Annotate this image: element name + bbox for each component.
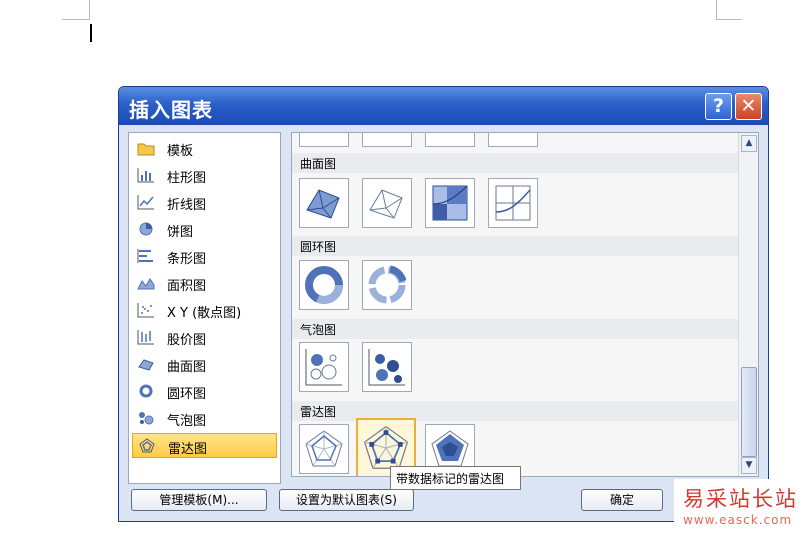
chart-subtype-gallery: 曲面图 圆环图 气泡图 雷达图 ▲ ▼ [291,132,759,477]
category-item-line[interactable]: 折线图 [132,190,277,215]
surface-chart-icon [138,359,154,371]
ok-button[interactable]: 确定 [581,489,663,511]
chart-subtype-3d-surface[interactable] [299,178,349,228]
bar-chart-icon [137,249,153,263]
watermark-url: www.easck.com [683,513,793,527]
category-item-pie[interactable]: 饼图 [132,217,277,242]
chart-subtype-contour[interactable] [425,178,475,228]
doughnut-icon [305,266,343,304]
help-button[interactable]: ? [705,93,732,120]
stock-chart-icon [137,330,154,345]
contour-icon [432,185,468,221]
scroll-up-button[interactable]: ▲ [741,135,757,152]
bubble-icon [305,349,342,386]
line-chart-icon [137,195,154,210]
radar-chart-icon [139,438,155,453]
doughnut-chart-icon [139,384,153,398]
category-item-area[interactable]: 面积图 [132,271,277,296]
chart-subtype-doughnut[interactable] [299,260,349,310]
chart-subtype-bubble[interactable] [299,342,349,392]
chart-category-list: 模板 柱形图 折线图 饼图 条形图 面积图 X Y (散点图) 股价图 曲面图 … [128,132,281,484]
exploded-doughnut-icon [368,265,407,304]
chart-subtype-wireframe-contour[interactable] [488,178,538,228]
crop-mark-left-h [62,19,90,20]
surface-3d-icon [306,189,340,219]
category-item-radar[interactable]: 雷达图 [132,433,277,458]
crop-mark-right-v [716,0,717,20]
scroll-thumb[interactable] [741,367,757,457]
filled-radar-icon [431,430,469,467]
close-button[interactable]: ✕ [735,93,762,120]
dialog-title: 插入图表 [129,98,213,122]
chart-subtype-stock-3[interactable] [425,133,475,147]
chart-subtype-stock-4[interactable] [488,133,538,147]
section-header-bubble: 气泡图 [292,319,738,339]
pie-chart-icon [139,222,153,236]
category-item-bar[interactable]: 条形图 [132,244,277,269]
section-header-doughnut: 圆环图 [292,236,738,256]
column-chart-icon [137,168,154,183]
section-header-surface: 曲面图 [292,153,738,173]
chart-subtype-stock-1[interactable] [299,133,349,147]
chart-subtype-radar[interactable] [299,424,349,474]
category-item-surface[interactable]: 曲面图 [132,352,277,377]
scatter-chart-icon [137,303,154,318]
scroll-down-button[interactable]: ▼ [741,457,757,474]
category-item-doughnut[interactable]: 圆环图 [132,379,277,404]
category-item-stock[interactable]: 股价图 [132,325,277,350]
area-chart-icon [137,278,155,290]
subtype-tooltip: 带数据标记的雷达图 [390,466,521,490]
watermark-name: 易采站长站 [683,487,798,511]
chart-subtype-wireframe-surface[interactable] [362,178,412,228]
chart-subtype-exploded-doughnut[interactable] [362,260,412,310]
bubble-3d-icon [368,349,405,386]
manage-templates-button[interactable]: 管理模板(M)... [131,489,267,511]
set-as-default-chart-button[interactable]: 设置为默认图表(S) [279,489,414,511]
category-item-scatter[interactable]: X Y (散点图) [132,298,277,323]
wireframe-contour-icon [495,185,531,221]
insert-chart-dialog: 插入图表 ? ✕ 模板 柱形图 折线图 饼图 条形图 面积图 X Y (散点图)… [118,86,769,522]
category-item-bubble[interactable]: 气泡图 [132,406,277,431]
category-item-template[interactable]: 模板 [132,136,277,161]
text-cursor [90,24,92,42]
crop-mark-left-v [89,0,90,20]
folder-icon [137,143,155,156]
category-item-column[interactable]: 柱形图 [132,163,277,188]
crop-mark-right-h [716,19,742,20]
dialog-titlebar[interactable]: 插入图表 ? ✕ [119,87,768,125]
radar-icon [305,430,343,467]
chart-subtype-3d-bubble[interactable] [362,342,412,392]
wireframe-surface-icon [369,189,403,219]
chart-subtype-stock-2[interactable] [362,133,412,147]
gallery-scrollbar[interactable]: ▲ ▼ [738,133,758,476]
bubble-chart-icon [139,412,154,425]
